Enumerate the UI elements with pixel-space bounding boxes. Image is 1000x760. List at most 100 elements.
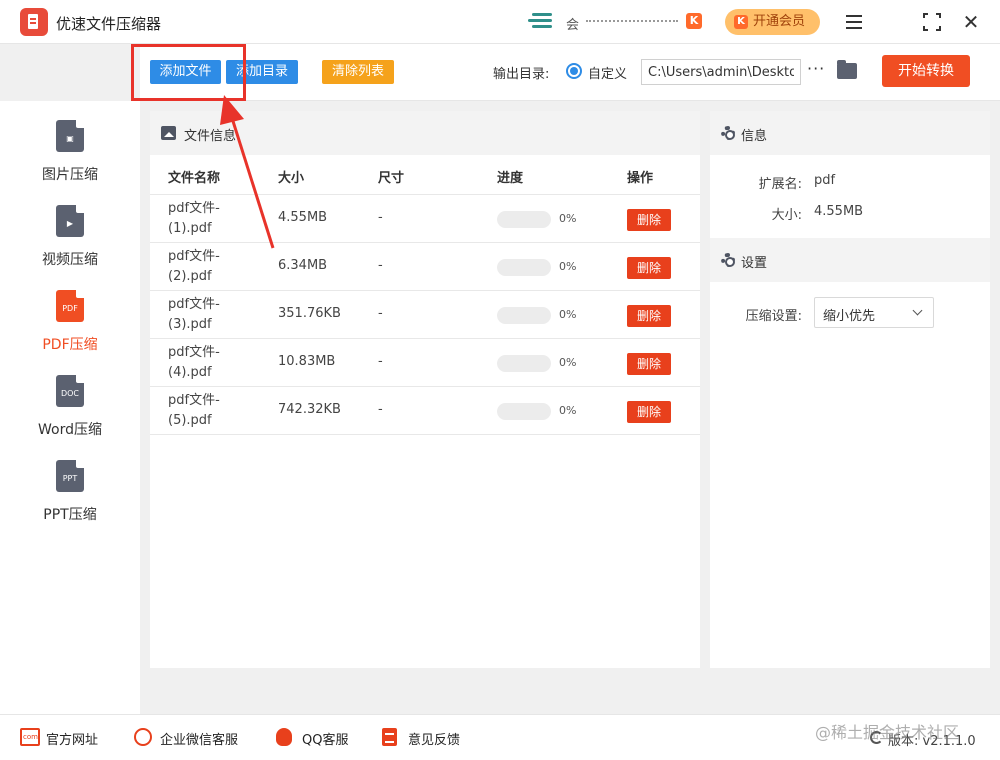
progress-percent: 0% bbox=[559, 212, 577, 225]
column-header-size: 大小 bbox=[278, 171, 305, 186]
file-dimensions: - bbox=[378, 210, 383, 225]
gear-icon bbox=[721, 126, 735, 140]
folder-icon[interactable] bbox=[837, 60, 857, 79]
sidebar: ▣ 图片压缩 ▶ 视频压缩 PDF PDF压缩 DOC Word压缩 PPT P… bbox=[0, 101, 140, 714]
compress-setting-label: 压缩设置: bbox=[745, 309, 802, 324]
compress-setting-value: 缩小优先 bbox=[823, 309, 876, 324]
sidebar-item-label: 视频压缩 bbox=[42, 252, 98, 268]
custom-dir-radio-label[interactable]: 自定义 bbox=[588, 63, 627, 82]
pdf-file-icon: PDF bbox=[56, 290, 84, 322]
add-file-button[interactable]: 添加文件 bbox=[150, 60, 221, 84]
progress-bar bbox=[497, 307, 551, 324]
progress-percent: 0% bbox=[559, 260, 577, 273]
settings-section-title: 设置 bbox=[741, 256, 768, 271]
vip-icon: K bbox=[734, 15, 748, 29]
sidebar-item-label: Word压缩 bbox=[38, 422, 102, 438]
official-site-link[interactable]: 官方网址 bbox=[20, 728, 99, 748]
file-dimensions: - bbox=[378, 354, 383, 369]
file-name: pdf文件-(4).pdf bbox=[168, 345, 220, 380]
image-file-icon: ▣ bbox=[56, 120, 84, 152]
title-bar: 优速文件压缩器 会 K K 开通会员 ✕ bbox=[0, 0, 1000, 44]
wechat-support-link[interactable]: 企业微信客服 bbox=[134, 728, 239, 748]
compress-setting-select[interactable]: 缩小优先 bbox=[814, 297, 934, 328]
file-list-panel: 文件信息 文件名称 大小 尺寸 进度 操作 pdf文件-(1).pdf 4.55… bbox=[150, 111, 700, 668]
doc-file-icon: DOC bbox=[56, 375, 84, 407]
video-file-icon: ▶ bbox=[56, 205, 84, 237]
info-section-header: 信息 bbox=[710, 111, 990, 155]
file-name: pdf文件-(3).pdf bbox=[168, 297, 220, 332]
add-directory-button[interactable]: 添加目录 bbox=[226, 60, 298, 84]
official-site-label: 官方网址 bbox=[46, 733, 99, 748]
delete-button[interactable]: 删除 bbox=[627, 209, 671, 231]
feedback-label: 意见反馈 bbox=[408, 733, 461, 748]
output-path-input[interactable] bbox=[641, 59, 801, 85]
more-options-icon[interactable]: ··· bbox=[807, 59, 825, 78]
progress-bar bbox=[497, 211, 551, 228]
app-logo-icon bbox=[20, 8, 48, 36]
table-row[interactable]: pdf文件-(5).pdf 742.32KB - 0% 删除 bbox=[150, 387, 700, 435]
table-row[interactable]: pdf文件-(1).pdf 4.55MB - 0% 删除 bbox=[150, 195, 700, 243]
custom-dir-radio[interactable] bbox=[566, 63, 582, 79]
file-name: pdf文件-(1).pdf bbox=[168, 201, 220, 236]
delete-button[interactable]: 删除 bbox=[627, 305, 671, 327]
column-header-name: 文件名称 bbox=[168, 171, 221, 186]
watermark: @稀土掘金技术社区 bbox=[815, 723, 960, 742]
sidebar-item-label: PPT压缩 bbox=[43, 507, 97, 523]
wechat-icon bbox=[134, 728, 152, 746]
file-panel-header: 文件信息 bbox=[150, 111, 700, 155]
sidebar-item-word[interactable]: DOC Word压缩 bbox=[0, 375, 140, 455]
start-convert-button[interactable]: 开始转换 bbox=[882, 55, 970, 87]
gear-icon bbox=[721, 253, 735, 267]
website-icon bbox=[20, 728, 40, 746]
progress-percent: 0% bbox=[559, 356, 577, 369]
output-dir-label: 输出目录: bbox=[493, 67, 550, 82]
progress-percent: 0% bbox=[559, 308, 577, 321]
file-size: 351.76KB bbox=[278, 306, 341, 321]
maximize-icon[interactable] bbox=[921, 11, 943, 33]
delete-button[interactable]: 删除 bbox=[627, 257, 671, 279]
sidebar-item-image[interactable]: ▣ 图片压缩 bbox=[0, 120, 140, 200]
file-dimensions: - bbox=[378, 258, 383, 273]
file-size: 742.32KB bbox=[278, 402, 341, 417]
extension-label: 扩展名: bbox=[758, 177, 802, 192]
user-name[interactable]: 会 bbox=[566, 14, 579, 33]
file-size: 10.83MB bbox=[278, 354, 336, 369]
wechat-support-label: 企业微信客服 bbox=[160, 733, 239, 748]
clear-list-button[interactable]: 清除列表 bbox=[322, 60, 394, 84]
user-name-masked bbox=[586, 20, 678, 22]
progress-bar bbox=[497, 259, 551, 276]
file-dimensions: - bbox=[378, 306, 383, 321]
close-icon[interactable]: ✕ bbox=[960, 11, 982, 33]
table-row[interactable]: pdf文件-(3).pdf 351.76KB - 0% 删除 bbox=[150, 291, 700, 339]
user-avatar-icon[interactable] bbox=[528, 11, 556, 33]
column-header-progress: 进度 bbox=[497, 171, 524, 186]
file-name: pdf文件-(5).pdf bbox=[168, 393, 220, 428]
table-row[interactable]: pdf文件-(2).pdf 6.34MB - 0% 删除 bbox=[150, 243, 700, 291]
qq-icon bbox=[276, 728, 292, 746]
sidebar-item-ppt[interactable]: PPT PPT压缩 bbox=[0, 460, 140, 540]
sidebar-item-label: 图片压缩 bbox=[42, 167, 98, 183]
column-header-dimensions: 尺寸 bbox=[378, 171, 405, 186]
sidebar-item-video[interactable]: ▶ 视频压缩 bbox=[0, 205, 140, 285]
image-icon bbox=[161, 126, 176, 140]
size-label: 大小: bbox=[771, 208, 802, 223]
info-section-title: 信息 bbox=[741, 129, 768, 144]
feedback-link[interactable]: 意见反馈 bbox=[382, 728, 461, 748]
qq-support-label: QQ客服 bbox=[302, 733, 349, 748]
delete-button[interactable]: 删除 bbox=[627, 353, 671, 375]
qq-support-link[interactable]: QQ客服 bbox=[276, 728, 349, 748]
footer: 官方网址 企业微信客服 QQ客服 意见反馈 版本: v2.1.1.0 @稀土掘金… bbox=[0, 714, 1000, 760]
menu-icon[interactable] bbox=[843, 11, 865, 33]
open-vip-button[interactable]: K 开通会员 bbox=[725, 9, 820, 35]
ppt-file-icon: PPT bbox=[56, 460, 84, 492]
open-vip-label: 开通会员 bbox=[753, 14, 806, 29]
info-settings-panel: 信息 扩展名: pdf 大小: 4.55MB 设置 压缩设置: 缩小优先 bbox=[710, 111, 990, 668]
file-name: pdf文件-(2).pdf bbox=[168, 249, 220, 284]
chevron-down-icon bbox=[912, 305, 923, 316]
extension-value: pdf bbox=[814, 173, 836, 188]
sidebar-item-pdf[interactable]: PDF PDF压缩 bbox=[0, 290, 140, 370]
vip-badge-icon: K bbox=[686, 13, 702, 29]
progress-bar bbox=[497, 355, 551, 372]
delete-button[interactable]: 删除 bbox=[627, 401, 671, 423]
table-row[interactable]: pdf文件-(4).pdf 10.83MB - 0% 删除 bbox=[150, 339, 700, 387]
